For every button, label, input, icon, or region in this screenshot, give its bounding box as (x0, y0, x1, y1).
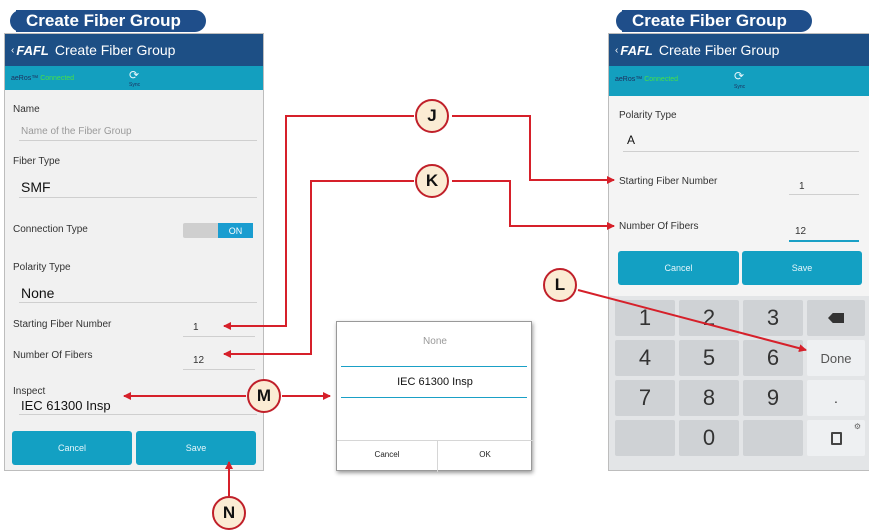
callout-j: J (415, 99, 449, 133)
callout-arrows (123, 115, 807, 496)
arrow-k-right (452, 180, 615, 230)
callout-n: N (212, 496, 246, 530)
arrow-k-left (223, 180, 414, 358)
arrow-j-left (223, 115, 414, 330)
callout-m: M (247, 379, 281, 413)
arrow-l (577, 289, 807, 353)
arrow-j-right (452, 115, 615, 184)
callout-k: K (415, 164, 449, 198)
callout-l: L (543, 268, 577, 302)
